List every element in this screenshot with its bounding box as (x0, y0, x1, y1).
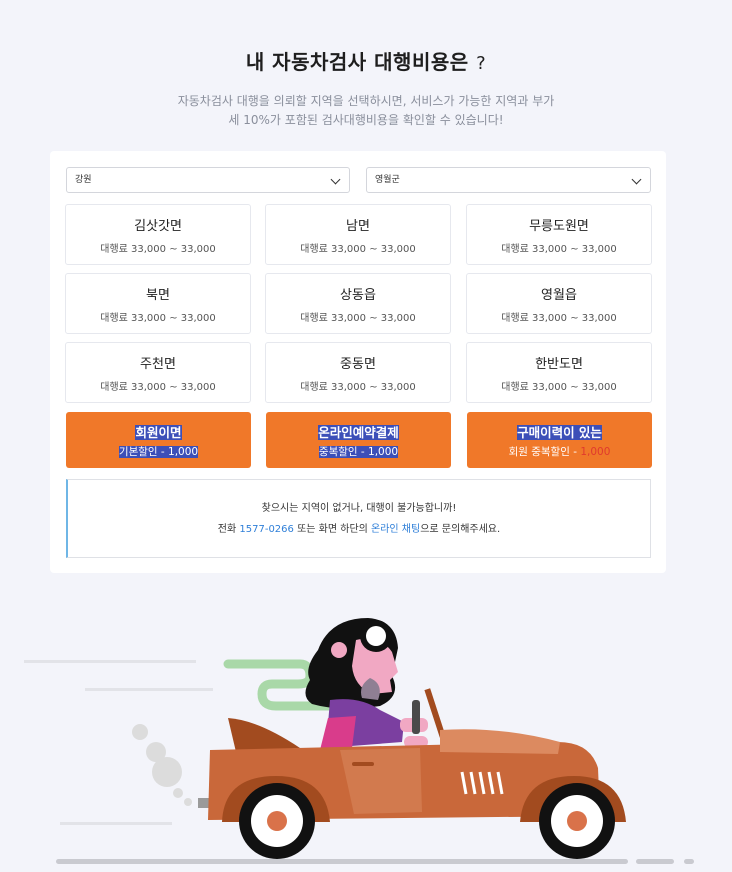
region-tile-jungdong[interactable]: 중동면 대행료 33,000 ~ 33,000 (265, 342, 451, 403)
notice-text: 전화 (217, 524, 240, 535)
scrollbar-segment[interactable] (684, 859, 694, 864)
promo-title: 구매이력이 있는 (517, 425, 602, 440)
region-fee: 대행료 33,000 ~ 33,000 (100, 313, 216, 324)
region-name: 영월읍 (541, 288, 577, 303)
car-hood (440, 729, 560, 754)
province-select[interactable]: 강원 (66, 167, 350, 193)
province-select-value: 강원 (75, 175, 92, 185)
notice-text: 또는 화면 하단의 (293, 524, 372, 535)
smoke-puff (152, 757, 182, 787)
region-name: 상동읍 (340, 288, 376, 303)
promo-desc-amount: 1,000 (580, 446, 611, 458)
promo-member-discount: 회원이면 기본할인 - 1,000 (66, 412, 251, 468)
region-name: 남면 (346, 219, 370, 234)
region-name: 무릉도원면 (529, 219, 589, 234)
fee-lookup-card: 강원 영월군 김삿갓면 대행료 33,000 ~ 33,000 남면 대행료 3… (50, 151, 666, 573)
promo-desc: 회원 중복할인 - (508, 446, 581, 458)
chevron-down-icon (631, 174, 642, 185)
region-fee: 대행료 33,000 ~ 33,000 (100, 244, 216, 255)
car-door (340, 748, 422, 814)
region-fee: 대행료 33,000 ~ 33,000 (100, 382, 216, 393)
title-text: 내 자동차검사 대행비용은 (245, 50, 469, 74)
speed-line (60, 822, 172, 825)
promo-title: 회원이면 (135, 425, 182, 440)
speed-line (85, 688, 213, 691)
smoke-puff (184, 798, 192, 806)
notice-line-1: 찾으시는 지역이 없거나, 대행이 불가능합니까! (261, 503, 457, 514)
region-fee: 대행료 33,000 ~ 33,000 (501, 313, 617, 324)
rear-wheel-hub (267, 811, 287, 831)
region-tile-nam[interactable]: 남면 대행료 33,000 ~ 33,000 (265, 204, 451, 265)
page-title: 내 자동차검사 대행비용은 ? (0, 46, 732, 75)
region-tile-yeongwol[interactable]: 영월읍 대행료 33,000 ~ 33,000 (466, 273, 652, 334)
region-name: 한반도면 (535, 357, 583, 372)
region-name: 주천면 (140, 357, 176, 372)
subtitle-line-1: 자동차검사 대행을 의뢰할 지역을 선택하시면, 서비스가 가능한 지역과 부가 (177, 94, 555, 108)
door-handle (352, 762, 374, 766)
woman-driving-car-illustration (24, 618, 626, 859)
smoke-puff (132, 724, 148, 740)
page-subtitle: 자동차검사 대행을 의뢰할 지역을 선택하시면, 서비스가 가능한 지역과 부가… (0, 92, 732, 130)
county-select-value: 영월군 (375, 175, 400, 185)
region-fee: 대행료 33,000 ~ 33,000 (300, 382, 416, 393)
ear (331, 642, 347, 658)
steering-wheel (412, 700, 420, 734)
seat-back (228, 718, 300, 752)
county-select[interactable]: 영월군 (366, 167, 651, 193)
region-fee: 대행료 33,000 ~ 33,000 (501, 382, 617, 393)
notice-line-2: 전화 1577-0266 또는 화면 하단의 온라인 채팅으로 문의해주세요. (68, 520, 650, 535)
region-fee: 대행료 33,000 ~ 33,000 (300, 244, 416, 255)
title-question-mark: ? (476, 53, 487, 74)
promo-title: 온라인예약결제 (318, 425, 399, 440)
chevron-down-icon (330, 174, 341, 185)
promo-desc: 기본할인 - 1,000 (118, 446, 199, 458)
region-tile-jucheon[interactable]: 주천면 대행료 33,000 ~ 33,000 (65, 342, 251, 403)
region-tile-buk[interactable]: 북면 대행료 33,000 ~ 33,000 (65, 273, 251, 334)
region-fee: 대행료 33,000 ~ 33,000 (300, 313, 416, 324)
region-name: 중동면 (340, 357, 376, 372)
online-chat-link[interactable]: 온라인 채팅 (371, 524, 420, 535)
region-name: 북면 (146, 288, 170, 303)
subtitle-line-2: 세 10%가 포함된 검사대행비용을 확인할 수 있습니다! (228, 113, 504, 127)
region-fee: 대행료 33,000 ~ 33,000 (501, 244, 617, 255)
contact-notice: 찾으시는 지역이 없거나, 대행이 불가능합니까! 전화 1577-0266 또… (66, 479, 651, 558)
phone-link[interactable]: 1577-0266 (239, 524, 294, 535)
region-tile-gimsatgat[interactable]: 김삿갓면 대행료 33,000 ~ 33,000 (65, 204, 251, 265)
speed-line (24, 660, 196, 663)
front-wheel-hub (567, 811, 587, 831)
smoke-puff (173, 788, 183, 798)
shirt-accent (320, 716, 356, 750)
promo-repeat-customer-discount: 구매이력이 있는 회원 중복할인 - 1,000 (467, 412, 652, 468)
promo-online-payment-discount: 온라인예약결제 중복할인 - 1,000 (266, 412, 451, 468)
promo-desc: 중복할인 - 1,000 (318, 446, 399, 458)
region-tile-mureungdowon[interactable]: 무릉도원면 대행료 33,000 ~ 33,000 (466, 204, 652, 265)
horizontal-scrollbar[interactable] (56, 859, 628, 864)
notice-text: 으로 문의해주세요. (420, 524, 501, 535)
goggles-lens (366, 626, 386, 646)
scrollbar-segment[interactable] (636, 859, 674, 864)
region-tile-hanbando[interactable]: 한반도면 대행료 33,000 ~ 33,000 (466, 342, 652, 403)
region-name: 김삿갓면 (134, 219, 182, 234)
region-tile-sangdong[interactable]: 상동읍 대행료 33,000 ~ 33,000 (265, 273, 451, 334)
